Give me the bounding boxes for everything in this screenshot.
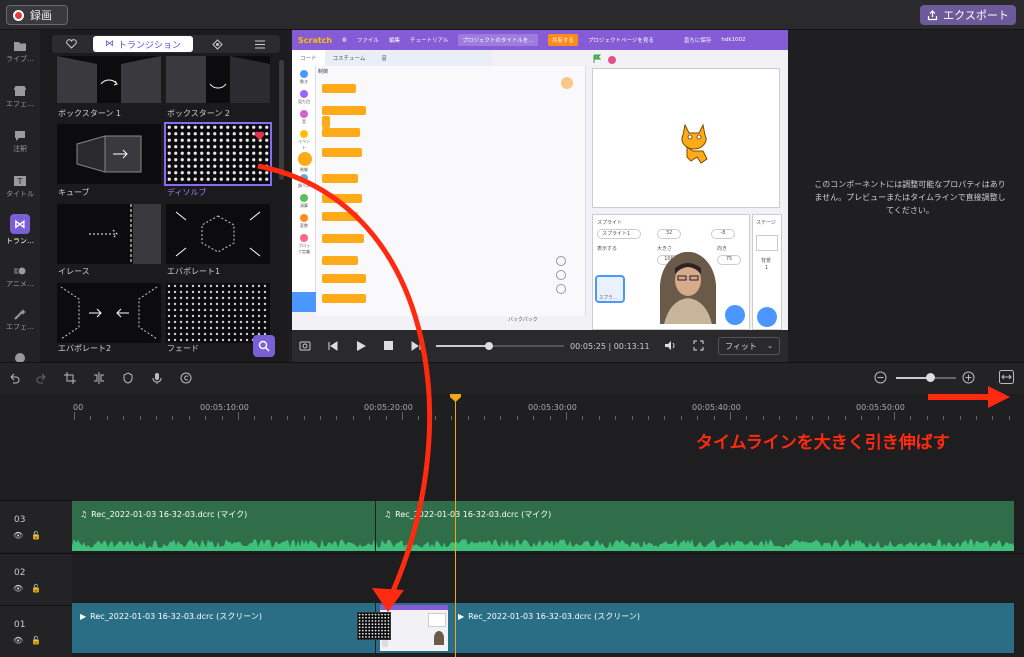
annotation-overlay xyxy=(257,163,1010,612)
drag-arrowhead xyxy=(372,588,404,612)
annotation-text: タイムラインを大きく引き伸ばす xyxy=(696,433,950,453)
stretch-arrowhead xyxy=(988,386,1010,408)
drag-arrow xyxy=(257,163,433,600)
